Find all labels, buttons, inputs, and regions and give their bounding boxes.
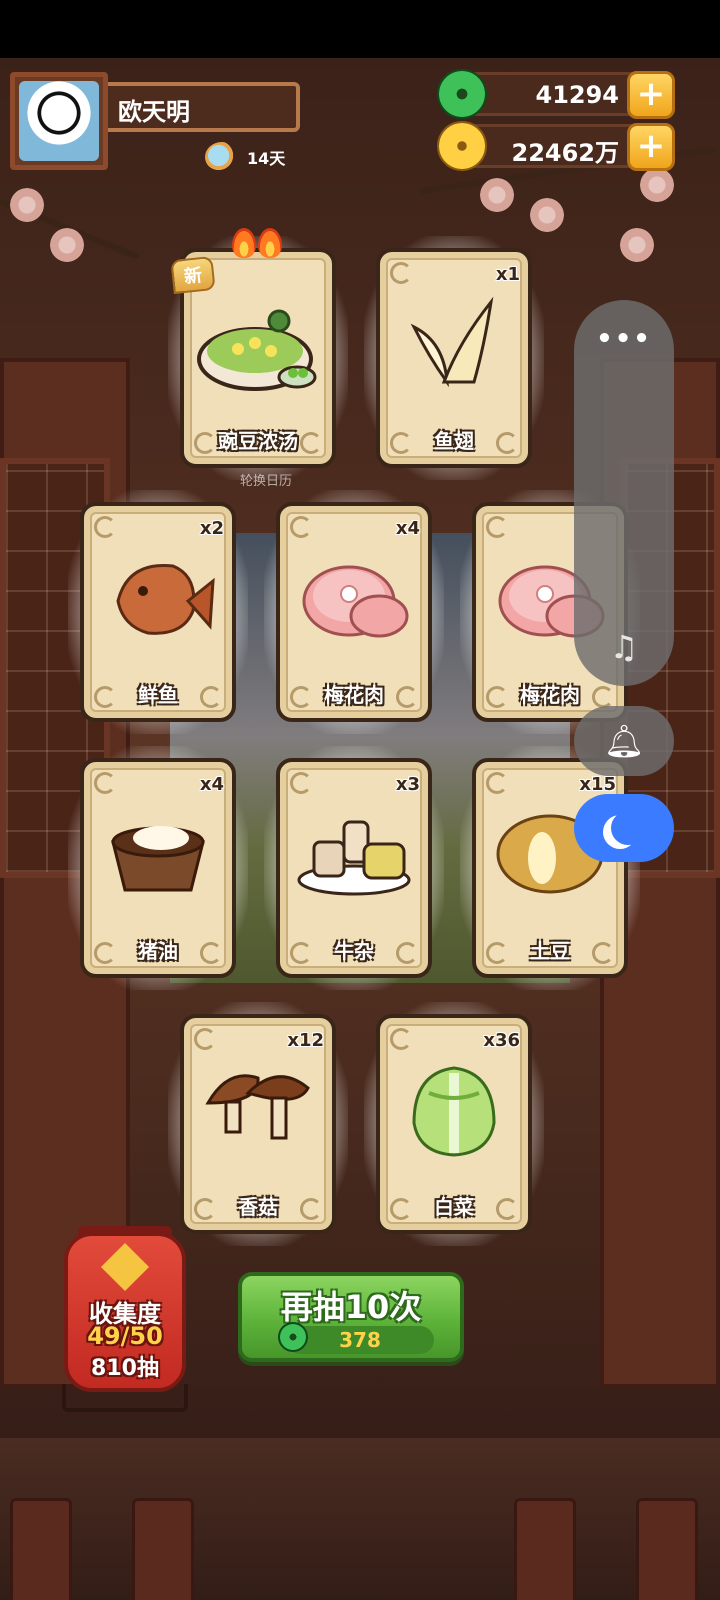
card-ornament <box>486 516 508 538</box>
ingredient-card[interactable]: x1 鱼翅 <box>364 236 544 480</box>
ingredient-card[interactable]: x36 白菜 <box>364 1002 544 1246</box>
pork-icon <box>294 546 414 650</box>
more-options-button[interactable]: ••• <box>596 324 652 354</box>
fence-post <box>10 1498 72 1600</box>
pea-soup-icon <box>193 287 323 401</box>
ingredient-card[interactable]: x15 土豆 <box>460 746 640 990</box>
card-ornament <box>94 516 116 538</box>
blossom <box>50 228 84 262</box>
mushroom-icon <box>198 1058 318 1162</box>
lantern-emblem <box>100 1242 150 1292</box>
card-ornament <box>290 772 312 794</box>
jade-coin-icon <box>437 69 487 119</box>
card-count: x4 <box>199 774 224 795</box>
gold-currency: 22462万 + <box>437 121 675 171</box>
blossom <box>620 228 654 262</box>
ingredient-card[interactable]: x2 鲜鱼 <box>68 490 248 734</box>
card-count: x36 <box>483 1030 520 1051</box>
status-bar <box>0 0 720 58</box>
player-avatar[interactable] <box>10 72 108 170</box>
card-count: x2 <box>199 518 224 539</box>
login-days: 14天 <box>205 142 285 172</box>
floating-menu: ••• ♫ <box>574 300 674 686</box>
ingredient-card[interactable]: x3 牛杂 <box>264 746 444 990</box>
gold-amount: 22462万 <box>511 139 620 167</box>
card-count: x4 <box>395 518 420 539</box>
fence-post <box>132 1498 194 1600</box>
card-ornament <box>390 1028 412 1050</box>
card-name: 梅花肉 <box>324 683 384 707</box>
moon-icon <box>611 811 645 845</box>
card-count: x12 <box>287 1030 324 1051</box>
card-count: x15 <box>579 774 616 795</box>
player-name: 欧天明 <box>118 98 190 126</box>
cabbage-icon <box>394 1053 514 1167</box>
gold-coin-icon <box>437 121 487 171</box>
draw-again-button[interactable]: 再抽10次 378 <box>238 1272 464 1362</box>
panda-avatar-icon <box>19 81 99 161</box>
card-ornament <box>390 262 412 284</box>
card-name: 香菇 <box>238 1195 278 1219</box>
floor <box>0 1438 720 1600</box>
card-ornament <box>486 772 508 794</box>
ingredient-card[interactable]: x4 梅花肉 <box>264 490 444 734</box>
bell-icon[interactable]: 🔔︎ <box>574 706 674 776</box>
card-name: 梅花肉 <box>520 683 580 707</box>
card-ornament <box>94 772 116 794</box>
add-gold-button[interactable]: + <box>627 123 675 171</box>
boat-icon <box>205 142 239 172</box>
jade-amount: 41294 <box>535 81 620 109</box>
blossom <box>530 198 564 232</box>
lard-icon <box>103 802 213 906</box>
blossom <box>480 178 514 212</box>
add-jade-button[interactable]: + <box>627 71 675 119</box>
draw-cost: 378 <box>278 1322 434 1354</box>
ingredient-card[interactable]: x4 猪油 <box>68 746 248 990</box>
ingredient-card[interactable]: 豌豆浓汤 新 <box>168 228 348 480</box>
card-name: 鲜鱼 <box>138 683 178 707</box>
ingredient-card[interactable]: x12 香菇 <box>168 1002 348 1246</box>
flame-icon <box>232 228 256 258</box>
flame-icon <box>258 228 282 258</box>
collection-lantern[interactable]: 收集度 49/50 810抽 <box>64 1232 186 1392</box>
collection-draws: 810抽 <box>91 1356 159 1381</box>
card-name: 豌豆浓汤 <box>218 429 298 453</box>
collection-progress: 49/50 <box>87 1322 163 1350</box>
card-name: 白菜 <box>434 1195 474 1219</box>
draw-cost-value: 378 <box>339 1328 381 1352</box>
card-name: 土豆 <box>530 939 570 963</box>
card-name: 鱼翅 <box>434 429 474 453</box>
fence-post <box>636 1498 698 1600</box>
blossom <box>640 168 674 202</box>
shark-fin-icon <box>399 287 509 401</box>
draw-again-label: 再抽10次 <box>280 1288 422 1326</box>
card-count: x3 <box>395 774 420 795</box>
beef-offal-icon <box>294 802 414 906</box>
blossom <box>10 188 44 222</box>
days-label: 14天 <box>247 149 286 168</box>
card-ornament <box>194 1028 216 1050</box>
fish-icon <box>98 541 218 655</box>
new-badge: 新 <box>170 255 216 295</box>
jade-currency: 41294 + <box>437 69 675 119</box>
card-name: 猪油 <box>138 939 178 963</box>
player-name-plate[interactable]: 欧天明 <box>100 82 300 132</box>
fence-post <box>514 1498 576 1600</box>
music-off-icon[interactable]: ♫ <box>610 628 639 666</box>
card-ornament <box>290 516 312 538</box>
lantern-stand <box>62 1384 188 1412</box>
card-name: 牛杂 <box>334 939 374 963</box>
card-count: x1 <box>495 264 520 285</box>
night-mode-button[interactable] <box>574 794 674 862</box>
